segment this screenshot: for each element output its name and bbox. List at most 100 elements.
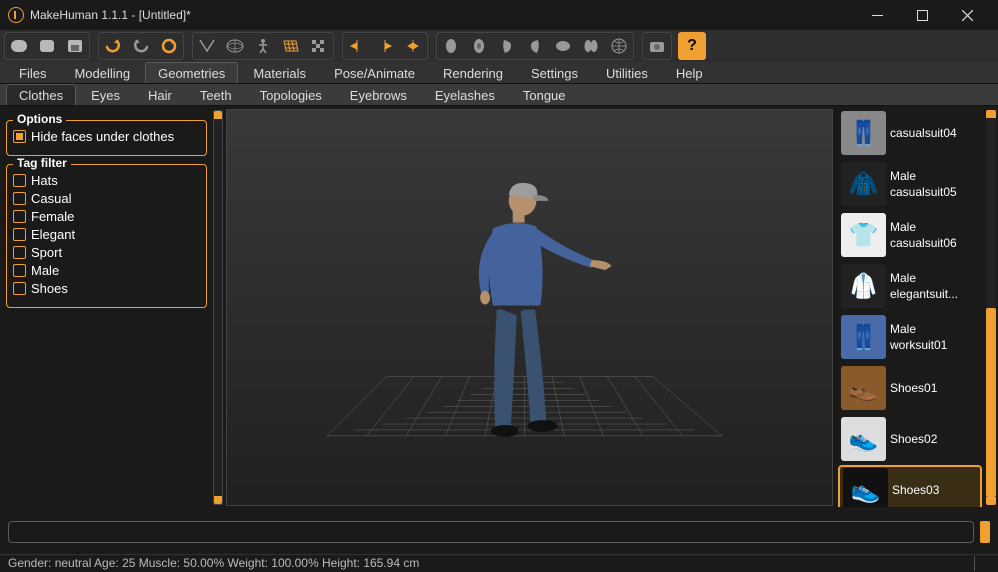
picker-item[interactable]: 👕Malecasualsuit06: [838, 210, 982, 260]
picker-item-selected[interactable]: 👟Shoes03: [838, 465, 982, 507]
toolbar: ? Help: [0, 30, 998, 62]
tag-filter-title: Tag filter: [13, 156, 71, 170]
tag-row[interactable]: Casual: [13, 191, 200, 206]
tab-settings[interactable]: Settings: [518, 62, 591, 83]
tab-materials[interactable]: Materials: [240, 62, 319, 83]
thumb-icon: 👖: [841, 111, 886, 155]
app-logo-icon: [8, 7, 24, 23]
view-top-icon[interactable]: [549, 33, 577, 59]
file-open-icon[interactable]: [33, 33, 61, 59]
picker-item[interactable]: 👞Shoes01: [838, 363, 982, 413]
view-global-icon[interactable]: [605, 33, 633, 59]
checkbox-icon[interactable]: [13, 130, 26, 143]
thumb-icon: 👖: [841, 315, 886, 359]
left-scrollbar[interactable]: [213, 110, 223, 505]
file-new-icon[interactable]: [5, 33, 33, 59]
subtab-topologies[interactable]: Topologies: [247, 84, 335, 105]
checkbox-icon[interactable]: [13, 192, 26, 205]
subtab-clothes[interactable]: Clothes: [6, 84, 76, 105]
right-scrollbar[interactable]: [986, 110, 996, 505]
thumb-icon: 👟: [841, 417, 886, 461]
option-label: Hide faces under clothes: [31, 129, 174, 144]
tag-row[interactable]: Elegant: [13, 227, 200, 242]
picker-item[interactable]: 🧥Malecasualsuit05: [838, 159, 982, 209]
scrollbar-thumb[interactable]: [986, 308, 996, 498]
status-right: [974, 556, 990, 571]
checkbox-icon[interactable]: [13, 246, 26, 259]
picker-item[interactable]: 👟Shoes02: [838, 414, 982, 464]
sub-tabs: Clothes Eyes Hair Teeth Topologies Eyebr…: [0, 84, 998, 106]
tab-geometries[interactable]: Geometries: [145, 62, 238, 83]
thumb-icon: 🧥: [841, 162, 886, 206]
sym-left-icon[interactable]: [343, 33, 371, 59]
subtab-tongue[interactable]: Tongue: [510, 84, 579, 105]
reset-icon[interactable]: [155, 33, 183, 59]
sym-right-icon[interactable]: [371, 33, 399, 59]
option-row[interactable]: Hide faces under clothes: [13, 129, 200, 144]
subtab-eyelashes[interactable]: Eyelashes: [422, 84, 508, 105]
subtab-hair[interactable]: Hair: [135, 84, 185, 105]
view-back-icon[interactable]: [465, 33, 493, 59]
tab-help[interactable]: Help: [663, 62, 716, 83]
view-bottom-icon[interactable]: [577, 33, 605, 59]
checkbox-icon[interactable]: [13, 264, 26, 277]
thumb-icon: 🥼: [841, 264, 886, 308]
bottom-bar: [0, 509, 998, 554]
tag-row[interactable]: Hats: [13, 173, 200, 188]
redo-icon[interactable]: [127, 33, 155, 59]
subtab-eyes[interactable]: Eyes: [78, 84, 133, 105]
options-title: Options: [13, 112, 66, 126]
window-title: MakeHuman 1.1.1 - [Untitled]*: [30, 8, 191, 22]
picker-item[interactable]: 🥼Maleelegantsuit...: [838, 261, 982, 311]
clothes-picker-list: 👖casualsuit04 🧥Malecasualsuit05 👕Malecas…: [838, 108, 982, 507]
tag-filter-panel: Tag filter Hats Casual Female Elegant Sp…: [6, 164, 207, 308]
picker-item[interactable]: 👖Maleworksuit01: [838, 312, 982, 362]
camera-icon[interactable]: [643, 33, 671, 59]
file-save-icon[interactable]: [61, 33, 89, 59]
subtab-teeth[interactable]: Teeth: [187, 84, 245, 105]
viewport-3d[interactable]: [226, 109, 833, 506]
tab-rendering[interactable]: Rendering: [430, 62, 516, 83]
sym-both-icon[interactable]: [399, 33, 427, 59]
left-panel: Options Hide faces under clothes Tag fil…: [0, 106, 213, 509]
thumb-icon: 👞: [841, 366, 886, 410]
view-right-icon[interactable]: [493, 33, 521, 59]
smooth-icon[interactable]: [193, 33, 221, 59]
close-button[interactable]: [945, 0, 990, 30]
checkbox-icon[interactable]: [13, 174, 26, 187]
pose-icon[interactable]: [249, 33, 277, 59]
thumb-icon: 👟: [843, 468, 888, 507]
help-button[interactable]: ? Help: [678, 32, 706, 60]
tab-utilities[interactable]: Utilities: [593, 62, 661, 83]
tag-row[interactable]: Shoes: [13, 281, 200, 296]
tag-row[interactable]: Female: [13, 209, 200, 224]
view-left-icon[interactable]: [521, 33, 549, 59]
status-bar: Gender: neutral Age: 25 Muscle: 50.00% W…: [0, 554, 998, 572]
maximize-button[interactable]: [900, 0, 945, 30]
checker-icon[interactable]: [305, 33, 333, 59]
tag-row[interactable]: Sport: [13, 245, 200, 260]
wireframe-icon[interactable]: [221, 33, 249, 59]
tab-modelling[interactable]: Modelling: [61, 62, 143, 83]
main-tabs: Files Modelling Geometries Materials Pos…: [0, 62, 998, 84]
checkbox-icon[interactable]: [13, 210, 26, 223]
options-panel: Options Hide faces under clothes: [6, 120, 207, 156]
tab-files[interactable]: Files: [6, 62, 59, 83]
undo-icon[interactable]: [99, 33, 127, 59]
tag-row[interactable]: Male: [13, 263, 200, 278]
search-input[interactable]: [8, 521, 974, 543]
thumb-icon: 👕: [841, 213, 886, 257]
status-text: Gender: neutral Age: 25 Muscle: 50.00% W…: [8, 556, 419, 571]
bottom-scrollbar[interactable]: [980, 521, 990, 543]
grid-icon[interactable]: [277, 33, 305, 59]
tab-pose-animate[interactable]: Pose/Animate: [321, 62, 428, 83]
checkbox-icon[interactable]: [13, 282, 26, 295]
checkbox-icon[interactable]: [13, 228, 26, 241]
window-buttons: [855, 0, 990, 30]
minimize-button[interactable]: [855, 0, 900, 30]
subtab-eyebrows[interactable]: Eyebrows: [337, 84, 420, 105]
right-panel: 👖casualsuit04 🧥Malecasualsuit05 👕Malecas…: [836, 106, 998, 509]
view-front-icon[interactable]: [437, 33, 465, 59]
titlebar: MakeHuman 1.1.1 - [Untitled]*: [0, 0, 998, 30]
picker-item[interactable]: 👖casualsuit04: [838, 108, 982, 158]
